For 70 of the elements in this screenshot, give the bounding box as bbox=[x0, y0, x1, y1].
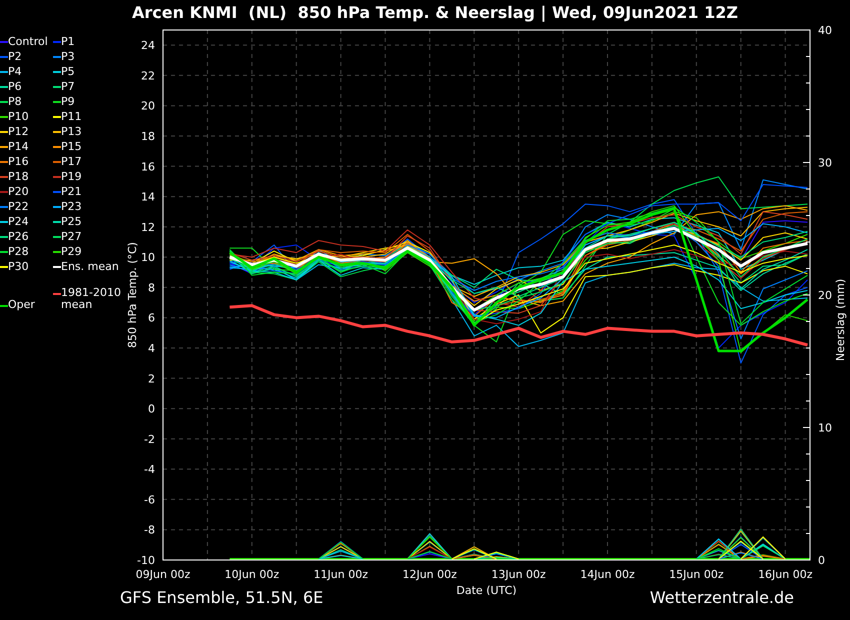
axis-tick-label: 10 bbox=[141, 251, 155, 264]
legend-label: P30 bbox=[8, 259, 29, 274]
axis-tick-label: 16Jun 00z bbox=[758, 568, 813, 581]
legend-label: P24 bbox=[8, 214, 29, 229]
axis-tick-label: -8 bbox=[144, 524, 155, 537]
axis-tick-label: 16 bbox=[141, 160, 155, 174]
legend-label: P28 bbox=[8, 244, 29, 259]
axis-tick-label: 12Jun 00z bbox=[402, 568, 457, 581]
axis-tick-label: 20 bbox=[141, 100, 155, 113]
legend-label: P4 bbox=[8, 64, 22, 79]
legend-label: P2 bbox=[8, 49, 22, 64]
axis-title: 850 hPa Temp. (°C) bbox=[126, 242, 139, 348]
legend-label: Oper bbox=[8, 299, 36, 311]
legend-label: 1981-2010 mean bbox=[61, 287, 122, 311]
legend-label: P26 bbox=[8, 229, 29, 244]
legend-label: P25 bbox=[61, 214, 82, 229]
legend-label: P12 bbox=[8, 124, 29, 139]
axis-tick-label: 20 bbox=[818, 289, 832, 302]
legend-label: P3 bbox=[61, 49, 75, 64]
axis-tick-label: 2 bbox=[148, 372, 155, 386]
axis-tick-label: 14Jun 00z bbox=[580, 568, 635, 581]
legend-label: P9 bbox=[61, 94, 75, 109]
axis-tick-label: 22 bbox=[141, 69, 155, 82]
legend-label: P22 bbox=[8, 199, 29, 214]
legend-label: P20 bbox=[8, 184, 29, 199]
axis-tick-label: -2 bbox=[144, 432, 155, 446]
axis-tick-label: 0 bbox=[148, 402, 155, 416]
axis-tick-label: -4 bbox=[144, 463, 155, 476]
legend-label: P8 bbox=[8, 94, 22, 109]
legend-label: Control bbox=[8, 34, 48, 49]
axis-tick-label: 10Jun 00z bbox=[224, 568, 280, 581]
legend-label: P16 bbox=[8, 154, 29, 169]
legend-label: P29 bbox=[61, 244, 82, 259]
legend-label: P21 bbox=[61, 184, 82, 199]
legend-label: P14 bbox=[8, 139, 29, 154]
axis-tick-label: 0 bbox=[818, 554, 825, 567]
legend-label: P18 bbox=[8, 169, 29, 184]
axis-tick-label: 11Jun 00z bbox=[314, 568, 368, 581]
axis-tick-label: 30 bbox=[818, 156, 832, 170]
axis-title: Neerslag (mm) bbox=[834, 278, 847, 362]
legend-label: P13 bbox=[61, 124, 82, 139]
legend-label: P23 bbox=[61, 199, 82, 214]
legend-label: P17 bbox=[61, 154, 82, 169]
axis-tick-label: 13Jun 00z bbox=[491, 568, 546, 581]
axis-tick-label: 40 bbox=[818, 25, 832, 37]
axis-tick-label: 10 bbox=[818, 422, 832, 434]
model-caption: GFS Ensemble, 51.5N, 6E bbox=[120, 589, 324, 609]
legend-label: P6 bbox=[8, 79, 22, 94]
chart-title: Arcen KNMI (NL) 850 hPa Temp. & Neerslag | Wed, 09Jun2021 12Z bbox=[132, 3, 738, 22]
axis-tick-label: 09Jun 00z bbox=[136, 568, 190, 581]
legend-label: P27 bbox=[61, 229, 82, 244]
legend-label: P10 bbox=[8, 109, 29, 124]
axis-tick-label: 14 bbox=[141, 190, 155, 204]
axis-tick-label: 4 bbox=[148, 342, 155, 355]
axis-tick-label: 15Jun 00z bbox=[669, 568, 724, 581]
legend-label: Ens. mean bbox=[61, 259, 119, 274]
axis-tick-label: -10 bbox=[137, 554, 155, 567]
axis-tick-label: 12 bbox=[141, 220, 155, 234]
axis-tick-label: 8 bbox=[148, 281, 155, 294]
legend-label: P15 bbox=[61, 139, 82, 154]
legend-label: P11 bbox=[61, 109, 82, 124]
legend-label: P5 bbox=[61, 64, 75, 79]
axis-tick-label: 18 bbox=[141, 130, 155, 143]
legend-label: P19 bbox=[61, 169, 82, 184]
axis-tick-label: 24 bbox=[141, 39, 155, 52]
axis-tick-label: -6 bbox=[144, 493, 155, 506]
legend-label: P7 bbox=[61, 79, 75, 94]
axis-tick-label: 6 bbox=[148, 312, 155, 325]
source-caption: Wetterzentrale.de bbox=[650, 589, 794, 609]
legend-label: P1 bbox=[61, 34, 75, 49]
